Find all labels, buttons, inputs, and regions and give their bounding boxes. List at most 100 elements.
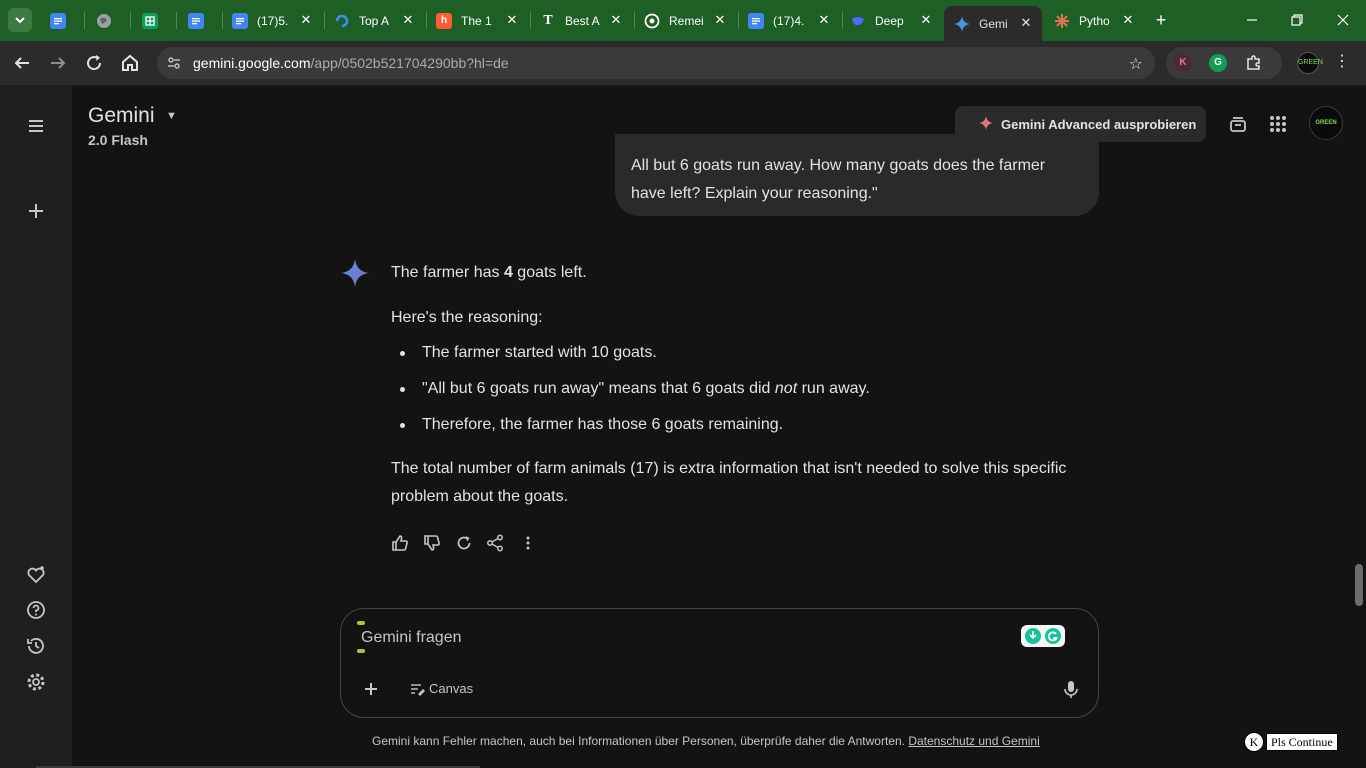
reload-icon[interactable] bbox=[82, 51, 106, 75]
google-docs-icon bbox=[188, 12, 204, 29]
tab-python[interactable]: Pytho ✕ bbox=[1044, 6, 1144, 35]
tab-title: Deep bbox=[875, 13, 904, 28]
tab-top-a[interactable]: Top A ✕ bbox=[324, 6, 424, 35]
gemini-sparkle-icon bbox=[954, 15, 970, 32]
grammarly-extension-icon[interactable]: G bbox=[1209, 54, 1227, 72]
url-text: gemini.google.com/app/0502b521704290bb?h… bbox=[193, 55, 509, 71]
account-avatar[interactable]: GREEN bbox=[1309, 106, 1343, 140]
browser-toolbar: gemini.google.com/app/0502b521704290bb?h… bbox=[0, 41, 1366, 86]
tab-google-docs-2[interactable] bbox=[178, 6, 218, 35]
grammarly-cursor-marker bbox=[357, 649, 365, 653]
user-prompt-bubble: All but 6 goats run away. How many goats… bbox=[615, 134, 1099, 216]
claude-icon bbox=[1054, 13, 1070, 29]
tab-close-icon[interactable]: ✕ bbox=[608, 12, 624, 28]
extensions-group: K G bbox=[1166, 47, 1282, 79]
tab-google-sheets[interactable] bbox=[132, 6, 172, 35]
tab-the-1[interactable]: h The 1 ✕ bbox=[426, 6, 528, 35]
openai-icon bbox=[644, 13, 660, 29]
site-info-icon[interactable] bbox=[166, 55, 182, 71]
microphone-icon[interactable] bbox=[1061, 677, 1081, 701]
gemini-advanced-label: Gemini Advanced ausprobieren bbox=[1001, 116, 1197, 132]
tab-gemini-active[interactable]: Gemi ✕ bbox=[944, 6, 1042, 41]
canvas-icon[interactable] bbox=[409, 681, 425, 697]
settings-gear-icon[interactable] bbox=[24, 670, 48, 694]
apps-grid-icon[interactable] bbox=[1266, 112, 1290, 136]
reasoning-bullet: Therefore, the farmer has those 6 goats … bbox=[422, 416, 784, 433]
prompt-input-box[interactable]: Gemini fragen Canvas bbox=[340, 608, 1099, 718]
canvas-button[interactable]: Canvas bbox=[429, 681, 473, 696]
new-chat-plus-icon[interactable] bbox=[24, 199, 48, 223]
tab-close-icon[interactable]: ✕ bbox=[1120, 12, 1136, 28]
add-attachment-plus-icon[interactable] bbox=[359, 677, 383, 701]
answer-line: The farmer has 4 goats left. bbox=[391, 264, 587, 281]
share-icon[interactable] bbox=[485, 533, 505, 553]
tab-close-icon[interactable]: ✕ bbox=[712, 12, 728, 28]
grammarly-widget-icon[interactable] bbox=[1021, 625, 1065, 647]
close-window-icon[interactable] bbox=[1331, 8, 1355, 32]
tab-deepseek[interactable]: Deep ✕ bbox=[840, 6, 942, 35]
tab-remei[interactable]: Remei ✕ bbox=[634, 6, 736, 35]
back-arrow-icon[interactable] bbox=[10, 51, 34, 75]
tab-close-icon[interactable]: ✕ bbox=[298, 12, 314, 28]
bullet-dot bbox=[400, 351, 405, 356]
tab-17-5[interactable]: (17)5. ✕ bbox=[222, 6, 322, 35]
tab-close-icon[interactable]: ✕ bbox=[918, 12, 934, 28]
model-name[interactable]: 2.0 Flash bbox=[88, 132, 148, 148]
tab-title: Top A bbox=[359, 13, 390, 28]
temporary-chat-icon[interactable] bbox=[1226, 112, 1250, 136]
activity-history-icon[interactable] bbox=[24, 634, 48, 658]
tab-search-dropdown-icon[interactable] bbox=[8, 8, 32, 32]
t-logo-icon: T bbox=[543, 12, 553, 28]
browser-profile-avatar[interactable]: GREEN bbox=[1297, 52, 1323, 74]
prompt-input[interactable]: Gemini fragen bbox=[361, 629, 462, 647]
extension-k-icon[interactable]: K bbox=[1174, 54, 1192, 72]
tab-best-a[interactable]: T Best A ✕ bbox=[530, 6, 632, 35]
reasoning-bullet: The farmer started with 10 goats. bbox=[422, 344, 657, 361]
url-host: gemini.google.com bbox=[193, 55, 311, 71]
pls-continue-k-icon[interactable]: K bbox=[1244, 732, 1264, 752]
google-docs-icon bbox=[232, 12, 248, 29]
hubspot-icon: h bbox=[436, 12, 452, 29]
refresh-blue-icon bbox=[334, 13, 350, 29]
bullet-dot bbox=[400, 423, 405, 428]
thumbs-up-icon[interactable] bbox=[390, 533, 410, 553]
bookmark-star-icon[interactable]: ☆ bbox=[1129, 54, 1143, 74]
grammarly-cursor-marker bbox=[357, 621, 365, 625]
forward-arrow-icon[interactable] bbox=[46, 51, 70, 75]
browser-menu-icon[interactable]: ⋮ bbox=[1334, 52, 1350, 72]
privacy-link[interactable]: Datenschutz und Gemini bbox=[908, 734, 1039, 748]
answer-number: 4 bbox=[503, 264, 513, 281]
tab-close-icon[interactable]: ✕ bbox=[1018, 15, 1034, 31]
url-path: /app/0502b521704290bb?hl=de bbox=[310, 55, 509, 71]
scrollbar-thumb[interactable] bbox=[1355, 564, 1363, 606]
tab-title: Best A bbox=[565, 13, 600, 28]
deepseek-icon bbox=[850, 13, 866, 29]
tab-globe[interactable] bbox=[86, 6, 126, 35]
gemini-sparkle-icon bbox=[341, 259, 369, 287]
home-icon[interactable] bbox=[118, 51, 142, 75]
tab-17-4[interactable]: (17)4. ✕ bbox=[738, 6, 840, 35]
bullet-dot bbox=[400, 387, 405, 392]
help-icon[interactable] bbox=[24, 598, 48, 622]
more-options-icon[interactable] bbox=[518, 533, 538, 553]
main-content: Gemini ▼ 2.0 Flash Gemini Advanced auspr… bbox=[72, 86, 1366, 768]
gems-heart-icon[interactable] bbox=[24, 563, 48, 587]
globe-icon bbox=[96, 13, 112, 29]
tab-close-icon[interactable]: ✕ bbox=[400, 12, 416, 28]
pls-continue-button[interactable]: Pls Continue bbox=[1266, 733, 1338, 751]
user-prompt-line: All but 6 goats run away. How many goats… bbox=[631, 157, 1046, 174]
tab-google-docs[interactable] bbox=[40, 6, 80, 35]
tab-close-icon[interactable]: ✕ bbox=[504, 12, 520, 28]
tab-strip: (17)5. ✕ Top A ✕ h The 1 ✕ T Best A ✕ Re… bbox=[0, 0, 1366, 41]
menu-hamburger-icon[interactable] bbox=[24, 114, 48, 138]
address-bar[interactable]: gemini.google.com/app/0502b521704290bb?h… bbox=[157, 47, 1155, 79]
thumbs-down-icon[interactable] bbox=[422, 533, 442, 553]
puzzle-extensions-icon[interactable] bbox=[1245, 54, 1263, 72]
regenerate-icon[interactable] bbox=[454, 533, 474, 553]
model-dropdown-caret-icon[interactable]: ▼ bbox=[166, 110, 177, 122]
minimize-icon[interactable] bbox=[1240, 8, 1264, 32]
new-tab-plus-icon[interactable]: + bbox=[1150, 10, 1172, 32]
disclaimer-text: Gemini kann Fehler machen, auch bei Info… bbox=[372, 734, 1040, 748]
restore-icon[interactable] bbox=[1285, 8, 1309, 32]
tab-close-icon[interactable]: ✕ bbox=[816, 12, 832, 28]
